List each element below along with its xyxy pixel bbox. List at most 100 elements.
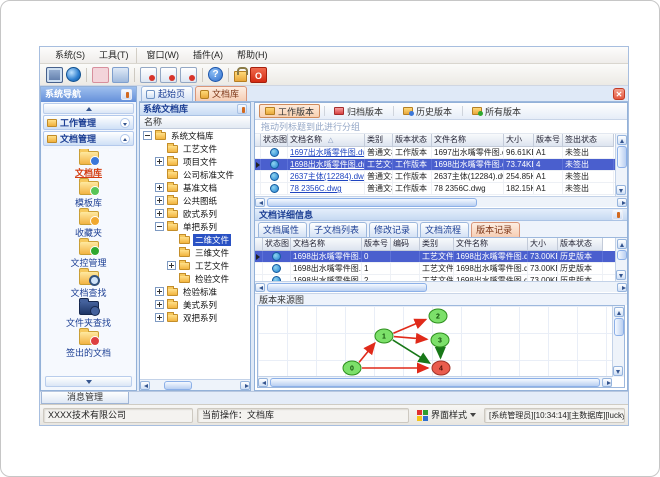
table-row[interactable]: 1697出水嘴零件图.dwg 普通文档 工作版本 1697出水嘴零件图.dwg … [255, 147, 615, 159]
column-header[interactable]: 状态图 [261, 134, 288, 147]
table-row[interactable]: 1698出水嘴零件图.dwg 1 工艺文件 1698出水嘴零件图.dwg 73.… [255, 263, 615, 275]
scroll-right-icon[interactable] [617, 282, 627, 292]
scroll-right-icon[interactable] [602, 377, 612, 387]
column-header[interactable]: 版本号 [362, 238, 391, 251]
tree-node[interactable]: 检验文件 [140, 272, 250, 285]
scroll-left-icon[interactable] [258, 377, 268, 387]
graph-horizontal-scrollbar[interactable] [258, 376, 612, 387]
receive-document-icon[interactable] [160, 66, 177, 83]
version-graph-canvas[interactable]: 0 1 2 3 4 [258, 306, 612, 377]
sidebar-item[interactable]: 文档库 [42, 149, 135, 179]
tree-node[interactable]: 欧式系列 [140, 207, 250, 220]
tree-expander-icon[interactable] [155, 196, 164, 205]
send-document-icon[interactable] [140, 66, 157, 83]
version-filter-button[interactable]: 归档版本 [324, 104, 389, 118]
document-tab[interactable]: 起始页 [141, 86, 194, 101]
tree-column-header[interactable]: 名称 [140, 116, 250, 129]
tree-node[interactable]: 工艺文件 [140, 259, 250, 272]
folder-window-icon[interactable] [92, 66, 109, 83]
scrollbar-thumb[interactable] [267, 197, 477, 207]
delete-document-icon[interactable] [180, 66, 197, 83]
sidebar-item[interactable]: 文控管理 [42, 238, 135, 269]
close-icon[interactable]: ✕ [613, 88, 625, 100]
globe-icon[interactable] [66, 67, 81, 82]
menu-item[interactable]: 工具(T) [92, 47, 137, 63]
scroll-down-icon[interactable] [613, 366, 623, 376]
tree-node[interactable]: 美式系列 [140, 298, 250, 311]
column-header[interactable]: 版本号 [534, 134, 563, 147]
pin-icon[interactable] [237, 104, 247, 114]
tree-node[interactable]: 公司标准文件 [140, 168, 250, 181]
sidebar-item[interactable]: 签出的文档 [42, 328, 135, 359]
column-header[interactable]: 文档名称 △ [288, 134, 365, 147]
sidebar-scroll-down-icon[interactable] [45, 376, 132, 387]
scroll-down-icon[interactable] [616, 185, 626, 195]
scroll-down-icon[interactable] [616, 270, 626, 280]
menu-item[interactable]: 窗口(W) [140, 48, 187, 63]
scrollbar-thumb[interactable] [616, 250, 627, 260]
version-filter-button[interactable]: 所有版本 [462, 104, 527, 118]
tree-expander-icon[interactable] [143, 131, 152, 140]
tree-node[interactable]: 工艺文件 [140, 142, 250, 155]
table-row[interactable]: 2637主体(12284).dwg 普通文档 工作版本 2637主体(12284… [255, 171, 615, 183]
toolbar-separator[interactable] [134, 67, 135, 82]
details-tab[interactable]: 文档属性 [258, 222, 308, 237]
chevron-up-icon[interactable] [120, 133, 130, 144]
tree-node[interactable]: 二维文件 [140, 233, 250, 246]
tree-expander-icon[interactable] [155, 209, 164, 218]
group-by-hint[interactable]: 拖动列标题到此进行分组 [255, 120, 627, 134]
sidebar-item[interactable]: 收藏夹 [42, 208, 135, 239]
table2-horizontal-scrollbar[interactable] [255, 281, 627, 292]
graph-vertical-scrollbar[interactable] [612, 306, 624, 377]
column-header[interactable]: 状态图 [263, 238, 291, 251]
menu-item[interactable]: 系统(S) [48, 48, 92, 63]
interface-style-button[interactable]: 界面样式 [413, 408, 480, 423]
toolbar-separator[interactable] [228, 67, 229, 82]
table-row[interactable]: 1698出水嘴零件图.dwg 0 工艺文件 1698出水嘴零件图.dwg 73.… [255, 251, 615, 263]
column-header[interactable]: 编码 [391, 238, 420, 251]
doc-name-link[interactable]: 2637主体(12284).dwg [288, 171, 365, 182]
document-tab[interactable]: 文档库 [195, 86, 248, 101]
column-header[interactable]: 大小 [504, 134, 534, 147]
column-header[interactable]: 文件名称 [454, 238, 528, 251]
version-filter-button[interactable]: 历史版本 [393, 104, 458, 118]
monitor-icon[interactable] [46, 66, 63, 83]
column-header[interactable]: 版本状态 [393, 134, 432, 147]
table1-horizontal-scrollbar[interactable] [255, 196, 627, 207]
scroll-up-icon[interactable] [616, 135, 627, 145]
menu-item[interactable]: 帮助(H) [230, 48, 275, 63]
lock-icon[interactable] [234, 67, 248, 82]
tree-node[interactable]: 系统文档库 [140, 129, 250, 142]
help-icon[interactable]: ? [208, 67, 223, 82]
sidebar-item[interactable]: 模板库 [42, 178, 135, 209]
scroll-left-icon[interactable] [255, 197, 265, 207]
details-tab[interactable]: 文档流程 [420, 222, 470, 237]
window-layout-icon[interactable] [112, 66, 129, 83]
pin-icon[interactable] [612, 209, 623, 220]
scroll-up-icon[interactable] [613, 307, 624, 317]
table2-vertical-scrollbar[interactable] [615, 238, 627, 281]
doc-name-link[interactable]: 1698出水嘴零件图.dwg [288, 159, 365, 170]
tree-node[interactable]: 单把系列 [140, 220, 250, 233]
scrollbar-thumb[interactable] [270, 377, 600, 387]
tree-node[interactable]: 项目文件 [140, 155, 250, 168]
tree-node[interactable]: 三维文件 [140, 246, 250, 259]
tree-node[interactable]: 检验标准 [140, 285, 250, 298]
details-tab[interactable]: 版本记录 [471, 222, 521, 237]
tree-horizontal-scrollbar[interactable] [140, 379, 250, 390]
column-header[interactable]: 大小 [528, 238, 558, 251]
scroll-right-icon[interactable] [617, 197, 627, 207]
tree-expander-icon[interactable] [155, 222, 164, 231]
tree-node[interactable]: 双把系列 [140, 311, 250, 324]
message-management-tab[interactable]: 消息管理 [41, 392, 129, 404]
doc-name-link[interactable]: 78 2356C.dwg [288, 183, 365, 194]
sidebar-group-work[interactable]: 工作管理 [43, 115, 134, 130]
doc-name-link[interactable]: 1697出水嘴零件图.dwg [288, 147, 365, 158]
tree-node[interactable]: 公共图纸 [140, 194, 250, 207]
table1-vertical-scrollbar[interactable] [615, 134, 627, 196]
scrollbar-thumb[interactable] [613, 318, 624, 336]
scroll-left-icon[interactable] [140, 380, 150, 390]
tree-expander-icon[interactable] [155, 313, 164, 322]
scrollbar-thumb[interactable] [616, 146, 627, 168]
table-row[interactable]: 1698出水嘴零件图.dwg 工艺文件 工作版本 1698出水嘴零件图.dwg … [255, 159, 615, 171]
